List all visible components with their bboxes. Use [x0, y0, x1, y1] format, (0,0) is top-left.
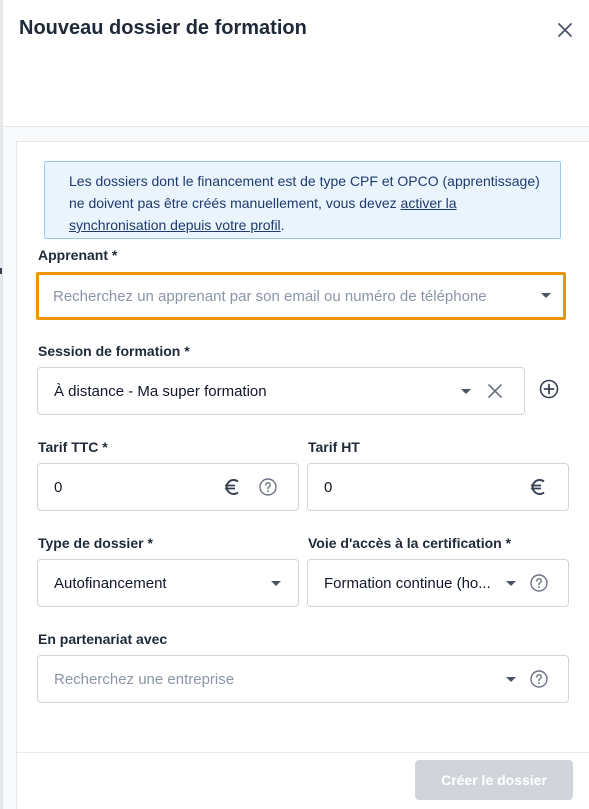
euro-icon [222, 476, 244, 498]
type-dossier-select[interactable]: Autofinancement [37, 559, 299, 607]
tarif-ttc-input[interactable]: 0 [37, 463, 299, 511]
session-label: Session de formation * [38, 343, 190, 359]
tarif-ttc-label: Tarif TTC * [38, 439, 108, 455]
add-session-button[interactable] [538, 378, 560, 400]
partenariat-select[interactable]: Recherchez une entreprise [37, 655, 569, 703]
dialog-header: Nouveau dossier de formation [3, 0, 589, 127]
tarif-ht-label: Tarif HT [308, 439, 360, 455]
form-panel: Les dossiers dont le financement est de … [16, 141, 589, 809]
voie-acces-label: Voie d'accès à la certification * [308, 535, 512, 551]
chevron-down-icon [506, 677, 516, 682]
help-icon[interactable] [529, 573, 549, 593]
tarif-ht-value: 0 [324, 479, 333, 496]
apprenant-placeholder: Recherchez un apprenant par son email ou… [53, 288, 487, 305]
voie-acces-select[interactable]: Formation continue (ho... [307, 559, 569, 607]
session-select[interactable]: À distance - Ma super formation [37, 367, 525, 415]
chevron-down-icon [271, 581, 281, 586]
info-text-end: . [280, 217, 285, 233]
tarif-ht-input[interactable]: 0 [307, 463, 569, 511]
help-icon[interactable] [258, 477, 278, 497]
help-icon[interactable] [529, 669, 549, 689]
dialog-title: Nouveau dossier de formation [19, 17, 307, 39]
session-value: À distance - Ma super formation [54, 383, 267, 400]
partenariat-placeholder: Recherchez une entreprise [54, 671, 235, 688]
type-dossier-label: Type de dossier * [38, 535, 153, 551]
plus-circle-icon [539, 379, 559, 399]
apprenant-label: Apprenant * [38, 247, 118, 263]
chevron-down-icon [541, 293, 551, 298]
create-dossier-button[interactable]: Créer le dossier [415, 760, 573, 800]
apprenant-select[interactable]: Recherchez un apprenant par son email ou… [36, 272, 566, 320]
tarif-ttc-value: 0 [54, 479, 63, 496]
info-text: Les dossiers dont le financement est de … [69, 173, 540, 211]
chevron-down-icon [506, 581, 516, 586]
partenariat-label: En partenariat avec [38, 631, 168, 647]
info-alert: Les dossiers dont le financement est de … [44, 161, 561, 239]
clear-icon[interactable] [486, 382, 504, 400]
footer-divider [17, 752, 589, 753]
type-dossier-value: Autofinancement [54, 575, 167, 592]
dialog-body: Les dossiers dont le financement est de … [3, 127, 589, 809]
voie-acces-value: Formation continue (ho... [324, 575, 491, 592]
chevron-down-icon [461, 389, 471, 394]
close-icon [558, 23, 572, 37]
close-button[interactable] [553, 18, 577, 42]
left-edge-mark [0, 268, 2, 274]
euro-icon [528, 476, 550, 498]
